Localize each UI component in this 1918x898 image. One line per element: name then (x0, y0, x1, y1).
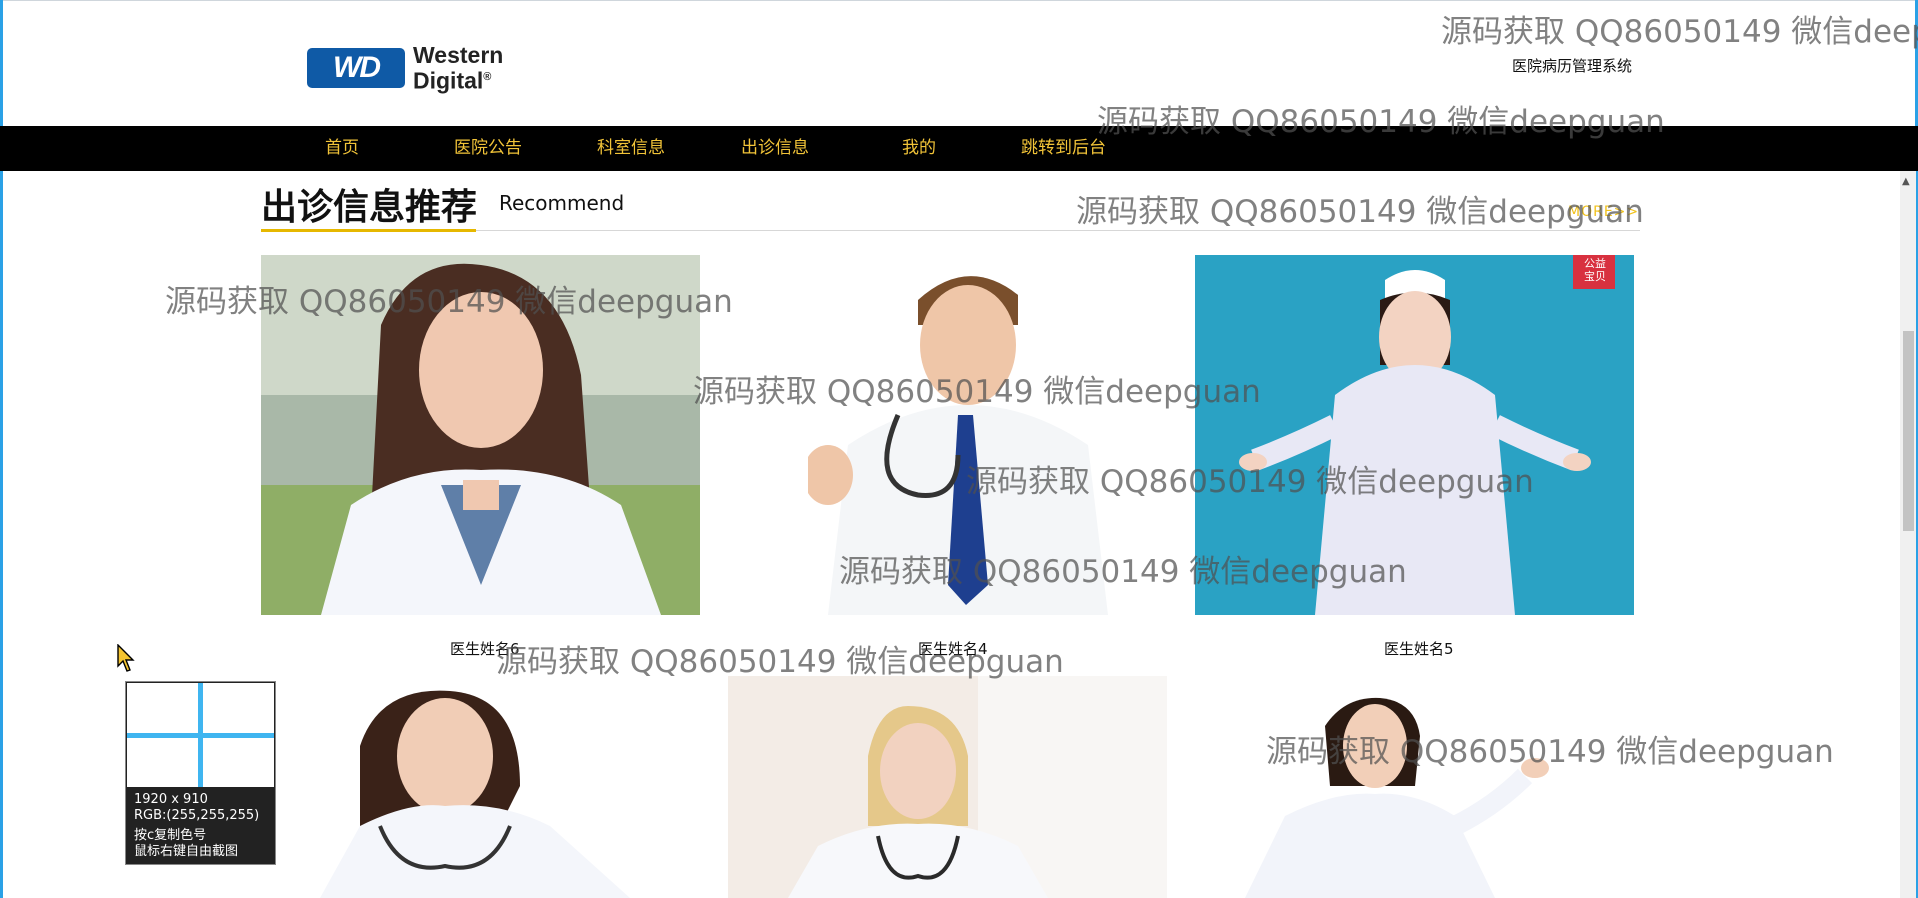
screen-picker-panel: 1920 x 910 RGB:(255,255,255) 按c复制色号 鼠标右键… (125, 681, 276, 865)
doctor-card-image[interactable] (808, 255, 1128, 615)
doctor-card-image[interactable]: 公益 宝贝 (1195, 255, 1634, 615)
doctor-card-image[interactable] (300, 676, 661, 898)
section-title: 出诊信息推荐 (261, 187, 478, 228)
logo-line-1: Western (413, 42, 504, 68)
section-title-underline (261, 229, 476, 232)
mouse-pointer-icon (117, 644, 135, 672)
more-link[interactable]: MORE>> (1568, 204, 1639, 220)
page-scrollbar[interactable] (1900, 171, 1916, 898)
watermark: 源码获取 QQ86050149 微信deepguan (1076, 194, 1644, 230)
scroll-up-arrow-icon[interactable]: ▲ (1902, 176, 1910, 187)
wd-logo[interactable]: WD Western Digital® (307, 44, 503, 92)
logo-badge: WD (307, 47, 405, 88)
picker-screen-size: 1920 x 910 (134, 792, 208, 807)
scrollbar-thumb[interactable] (1903, 331, 1914, 531)
doctor-name-3[interactable]: 医生姓名5 (1384, 638, 1454, 659)
logo-wordmark: Western Digital® (413, 42, 504, 94)
site-title: 医院病历管理系统 (1512, 57, 1633, 75)
picker-rgb-value: RGB:(255,255,255) (134, 808, 260, 823)
picker-magnifier (127, 683, 274, 787)
section-subtitle: Recommend (499, 191, 625, 215)
nav-hospital-announcements[interactable]: 医院公告 (454, 126, 522, 171)
doctor-card-image[interactable] (1195, 676, 1634, 898)
logo-registered-mark: ® (483, 71, 492, 83)
main-nav: 首页 医院公告 科室信息 出诊信息 我的 跳转到后台 (0, 126, 1918, 171)
site-header: WD Western Digital® 医院病历管理系统 (0, 0, 1918, 126)
doctor-name-1[interactable]: 医生姓名6 (450, 638, 520, 659)
charity-badge-line-1: 公益 (1584, 257, 1606, 270)
doctor-card-image[interactable] (261, 255, 700, 615)
doctor-name-2[interactable]: 医生姓名4 (918, 638, 988, 659)
nav-department-info[interactable]: 科室信息 (597, 126, 665, 171)
nav-clinic-schedule[interactable]: 出诊信息 (741, 126, 809, 171)
doctor-card-image[interactable] (728, 676, 1167, 898)
crosshair-vertical (198, 683, 203, 787)
nav-mine[interactable]: 我的 (902, 126, 936, 171)
nav-go-to-admin[interactable]: 跳转到后台 (1021, 126, 1106, 171)
nav-home[interactable]: 首页 (325, 126, 359, 171)
charity-badge: 公益 宝贝 (1575, 257, 1615, 283)
charity-badge-line-2: 宝贝 (1584, 270, 1606, 283)
picker-screenshot-hint: 鼠标右键自由截图 (134, 844, 239, 859)
logo-line-2: Digital (413, 67, 484, 94)
